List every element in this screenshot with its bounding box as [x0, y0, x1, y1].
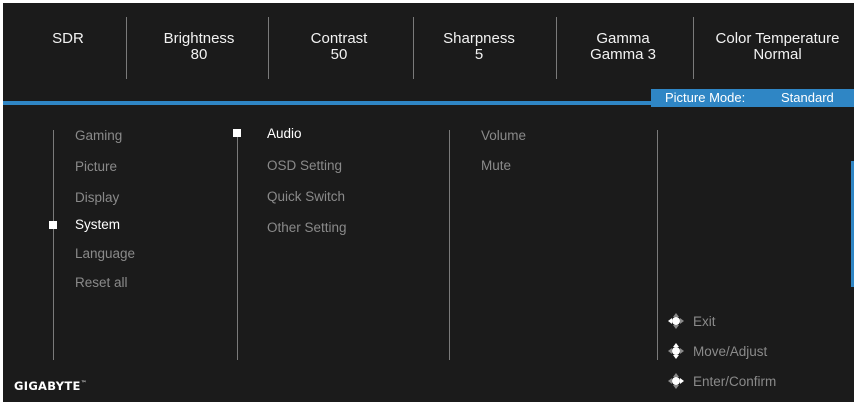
menu-item-gaming[interactable]: Gaming — [75, 128, 122, 144]
sdr-indicator: SDR — [33, 31, 103, 47]
osd-panel: SDR Brightness 80 Contrast 50 Sharpness … — [3, 3, 854, 402]
color-temperature-label: Color Temperature — [715, 30, 840, 47]
picture-mode-badge: Picture Mode: Standard — [651, 89, 854, 107]
hint-move-adjust: Move/Adjust — [693, 344, 768, 359]
trademark: ™ — [80, 380, 87, 388]
column-divider — [237, 130, 238, 360]
sdr-label: SDR — [52, 30, 84, 47]
brightness-value: 80 — [190, 46, 208, 63]
divider — [413, 17, 414, 79]
brightness-status: Brightness 80 — [143, 31, 255, 63]
color-temperature-status: Color Temperature Normal — [705, 31, 850, 63]
picture-mode-label: Picture Mode: — [665, 90, 746, 105]
submenu-item-audio[interactable]: Audio — [267, 126, 302, 142]
divider — [556, 17, 557, 79]
gamma-status: Gamma Gamma 3 — [568, 31, 678, 63]
divider — [268, 17, 269, 79]
menu-item-picture[interactable]: Picture — [75, 159, 117, 175]
contrast-status: Contrast 50 — [283, 31, 395, 63]
submenu-item-other-setting[interactable]: Other Setting — [267, 220, 347, 236]
column-divider — [53, 130, 54, 360]
gigabyte-logo: GIGABYTE™ — [14, 379, 87, 393]
logo-text: GIGABYTE — [14, 379, 81, 393]
menu-item-language[interactable]: Language — [75, 246, 135, 262]
submenu-item-quick-switch[interactable]: Quick Switch — [267, 189, 345, 205]
picture-mode-value: Standard — [781, 90, 834, 105]
selection-marker — [233, 129, 241, 137]
submenu-item-volume[interactable]: Volume — [481, 128, 526, 144]
hint-exit: Exit — [693, 314, 716, 329]
joystick-press-icon — [668, 373, 684, 389]
scrollbar[interactable] — [851, 161, 854, 287]
sharpness-status: Sharpness 5 — [423, 31, 535, 63]
sharpness-label: Sharpness — [443, 30, 515, 47]
menu-item-display[interactable]: Display — [75, 190, 119, 206]
joystick-updown-icon — [668, 343, 684, 359]
contrast-label: Contrast — [310, 30, 368, 47]
color-temperature-value: Normal — [753, 46, 802, 63]
menu-item-reset-all[interactable]: Reset all — [75, 275, 128, 291]
menu-item-system[interactable]: System — [75, 217, 120, 233]
selection-marker — [49, 221, 57, 229]
contrast-value: 50 — [330, 46, 348, 63]
column-divider — [449, 130, 450, 360]
column-divider — [657, 130, 658, 360]
submenu-item-mute[interactable]: Mute — [481, 158, 511, 174]
divider — [693, 17, 694, 79]
sharpness-value: 5 — [474, 46, 484, 63]
joystick-left-icon — [668, 313, 684, 329]
gamma-label: Gamma — [596, 30, 650, 47]
status-bar: SDR Brightness 80 Contrast 50 Sharpness … — [3, 3, 854, 98]
gamma-value: Gamma 3 — [590, 46, 656, 63]
divider — [126, 17, 127, 79]
brightness-label: Brightness — [163, 30, 235, 47]
hint-enter-confirm: Enter/Confirm — [693, 374, 777, 389]
submenu-item-osd-setting[interactable]: OSD Setting — [267, 158, 342, 174]
